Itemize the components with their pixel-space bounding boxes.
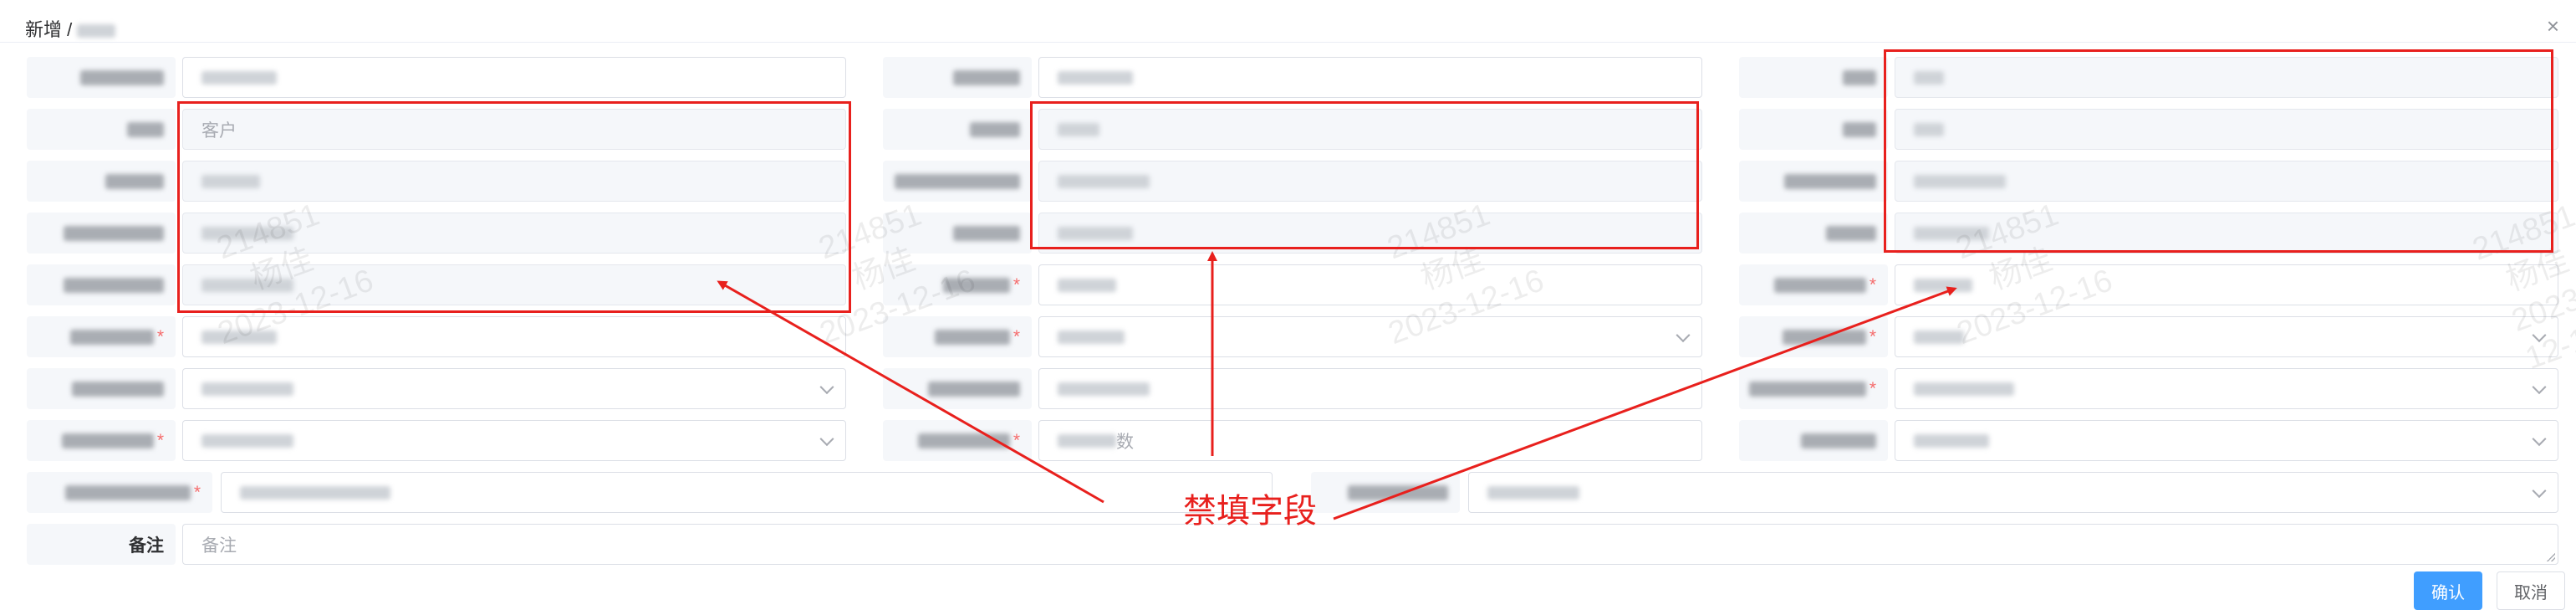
annotation-label: 禁填字段 bbox=[1183, 493, 1317, 530]
annotation-arrow bbox=[1333, 286, 1957, 520]
confirm-button[interactable]: 确认 bbox=[2414, 571, 2482, 610]
annotation-arrow bbox=[717, 280, 1104, 504]
cancel-button[interactable]: 取消 bbox=[2497, 571, 2565, 610]
